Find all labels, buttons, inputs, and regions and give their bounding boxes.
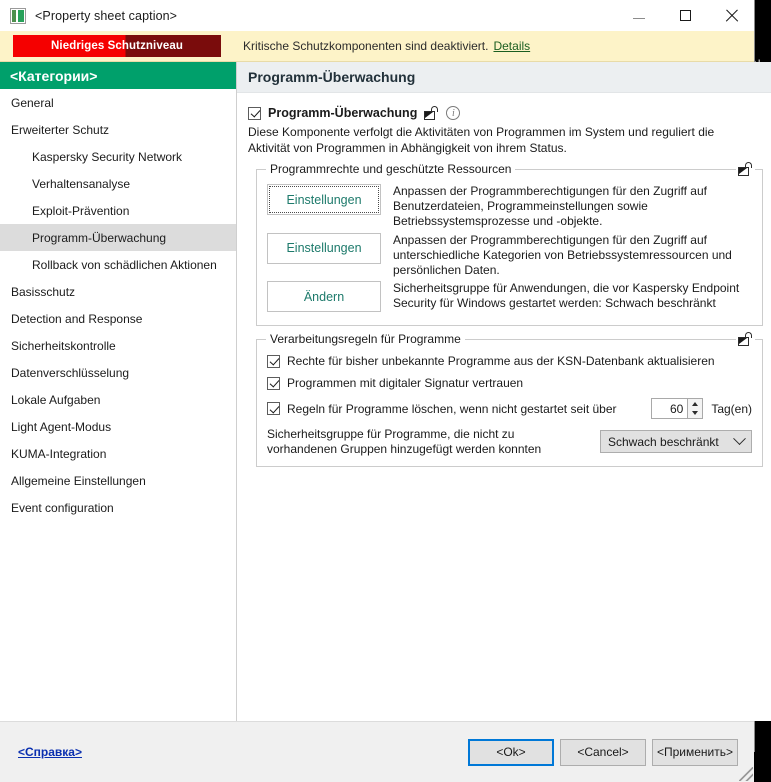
sidebar-item[interactable]: Programm-Überwachung [0,224,236,251]
sidebar-item[interactable]: Rollback von schädlichen Aktionen [0,251,236,278]
sidebar-item[interactable]: Sicherheitskontrolle [0,332,236,359]
content-panel: Programm-Überwachung Programm-Überwachun… [237,62,771,721]
status-details-link[interactable]: Details [493,39,530,53]
program-rights-row: Einstellungen Anpassen der Programmberech… [267,184,752,230]
footer-buttons: <Ok> <Cancel> <Применить> [468,738,738,766]
program-rights-button[interactable]: Einstellungen [267,232,381,264]
program-rights-button[interactable]: Einstellungen [267,184,381,215]
page-title: Programm-Überwachung [237,62,771,93]
dialog-body: <Категории> General Erweiterter Schutz Kas… [0,62,771,721]
days-spinner[interactable]: 60 Tag(en) [651,398,752,420]
sidebar-item[interactable]: Event configuration [0,494,236,521]
close-icon [725,9,738,22]
group-program-rights-lock-icon[interactable] [736,162,755,179]
property-sheet-dialog: <Property sheet caption> Niedriges Schut… [0,0,771,782]
processing-rule-checkbox[interactable] [267,354,280,368]
spinner-up-icon[interactable] [688,399,702,409]
default-group-dropdown-value: Schwach beschränkt [608,434,719,449]
processing-rule-label: Rechte für bisher unbekannte Programme a… [287,354,715,369]
processing-rule-row: Programmen mit digitaler Signatur vertra… [267,376,752,390]
close-button[interactable] [708,0,754,31]
maximize-icon [679,10,691,21]
status-message: Kritische Schutzkomponenten sind deaktiv… [243,39,530,53]
group-program-rights-legend: Programmrechte und geschützte Ressourcen [266,162,516,176]
default-group-row: Sicherheitsgruppe für Programme, die nic… [267,427,752,456]
chevron-down-icon [733,432,746,446]
sidebar-item[interactable]: Light Agent-Modus [0,413,236,440]
processing-rule-label: Programmen mit digitaler Signatur vertra… [287,376,524,391]
program-rights-row: Ändern Sicherheitsgruppe für Anwendungen,… [267,281,752,313]
group-processing-rules-lock-icon[interactable] [736,332,755,350]
program-rights-description: Sicherheitsgruppe für Anwendungen, die v… [393,281,740,311]
sidebar-item[interactable]: Datenverschlüsselung [0,359,236,386]
sidebar-header: <Категории> [0,62,236,89]
days-spinner-value[interactable]: 60 [651,398,688,420]
processing-rule-checkbox[interactable] [267,402,280,416]
status-message-text: Kritische Schutzkomponenten sind deaktiv… [243,39,489,53]
group-processing-rules: Verarbeitungsregeln für Programme Rechte… [256,332,763,468]
sidebar-item[interactable]: KUMA-Integration [0,440,236,467]
default-group-dropdown[interactable]: Schwach beschränkt [600,430,752,454]
ok-button[interactable]: <Ok> [468,738,554,766]
component-description: Diese Komponente verfolgt die Aktivitäte… [248,125,715,155]
content-inner: Programm-Überwachung i Diese Komponente … [237,93,771,468]
resize-grip[interactable] [739,767,753,781]
program-rights-button[interactable]: Ändern [267,281,381,313]
program-rights-description: Anpassen der Programmberechtigungen für … [393,232,732,278]
window-title: <Property sheet caption> [35,8,178,23]
minimize-icon [633,18,645,19]
application-icon [10,7,26,24]
default-group-label: Sicherheitsgruppe für Programme, die nic… [267,427,542,456]
processing-rules-checkboxes: Rechte für bisher unbekannte Programme a… [267,354,752,420]
sidebar-item[interactable]: Erweiterter Schutz [0,116,236,143]
days-spinner-arrows[interactable] [687,398,704,420]
sidebar-item[interactable]: Exploit-Prävention [0,197,236,224]
help-link[interactable]: <Справка> [18,745,82,759]
sidebar-item[interactable]: Basisschutz [0,278,236,305]
component-enable-checkbox[interactable] [248,106,261,120]
sidebar-nav-list: General Erweiterter Schutz Kaspersky Secur… [0,89,236,521]
processing-rule-row: Rechte für bisher unbekannte Programme a… [267,354,752,368]
sidebar-item[interactable]: Detection and Response [0,305,236,332]
component-toggle-row: Programm-Überwachung i [248,106,763,120]
sidebar-item[interactable]: Allgemeine Einstellungen [0,467,236,494]
sidebar: <Категории> General Erweiterter Schutz Kas… [0,62,237,721]
program-rights-rows: Einstellungen Anpassen der Programmberech… [267,184,752,313]
spinner-down-icon[interactable] [688,409,702,419]
group-program-rights: Programmrechte und geschützte Ressourcen… [256,162,763,327]
unlock-padlock-icon[interactable] [424,106,439,120]
maximize-button[interactable] [662,0,708,31]
sidebar-item[interactable]: General [0,89,236,116]
processing-rule-checkbox[interactable] [267,376,280,390]
sidebar-item[interactable]: Verhaltensanalyse [0,170,236,197]
program-rights-description: Anpassen der Programmberechtigungen für … [393,184,707,229]
component-title: Programm-Überwachung [268,106,418,120]
group-processing-rules-legend: Verarbeitungsregeln für Programme [266,332,465,347]
cancel-button[interactable]: <Cancel> [560,738,646,766]
sidebar-item[interactable]: Kaspersky Security Network [0,143,236,170]
apply-button[interactable]: <Применить> [652,738,738,766]
processing-rule-label: Regeln für Programme löschen, wenn nicht… [287,401,617,416]
program-rights-row: Einstellungen Anpassen der Programmberech… [267,232,752,279]
processing-rule-row: Regeln für Programme löschen, wenn nicht… [267,398,752,420]
status-banner: Niedriges Schutzniveau Kritische Schutzk… [0,31,754,62]
info-icon[interactable]: i [446,106,461,120]
protection-level-badge: Niedriges Schutzniveau [13,35,221,57]
sidebar-item[interactable]: Lokale Aufgaben [0,386,236,413]
dialog-footer: <Справка> <Ok> <Cancel> <Применить> [0,721,754,782]
days-spinner-unit: Tag(en) [711,401,752,416]
minimize-button[interactable] [616,0,662,31]
title-bar: <Property sheet caption> [0,0,754,31]
